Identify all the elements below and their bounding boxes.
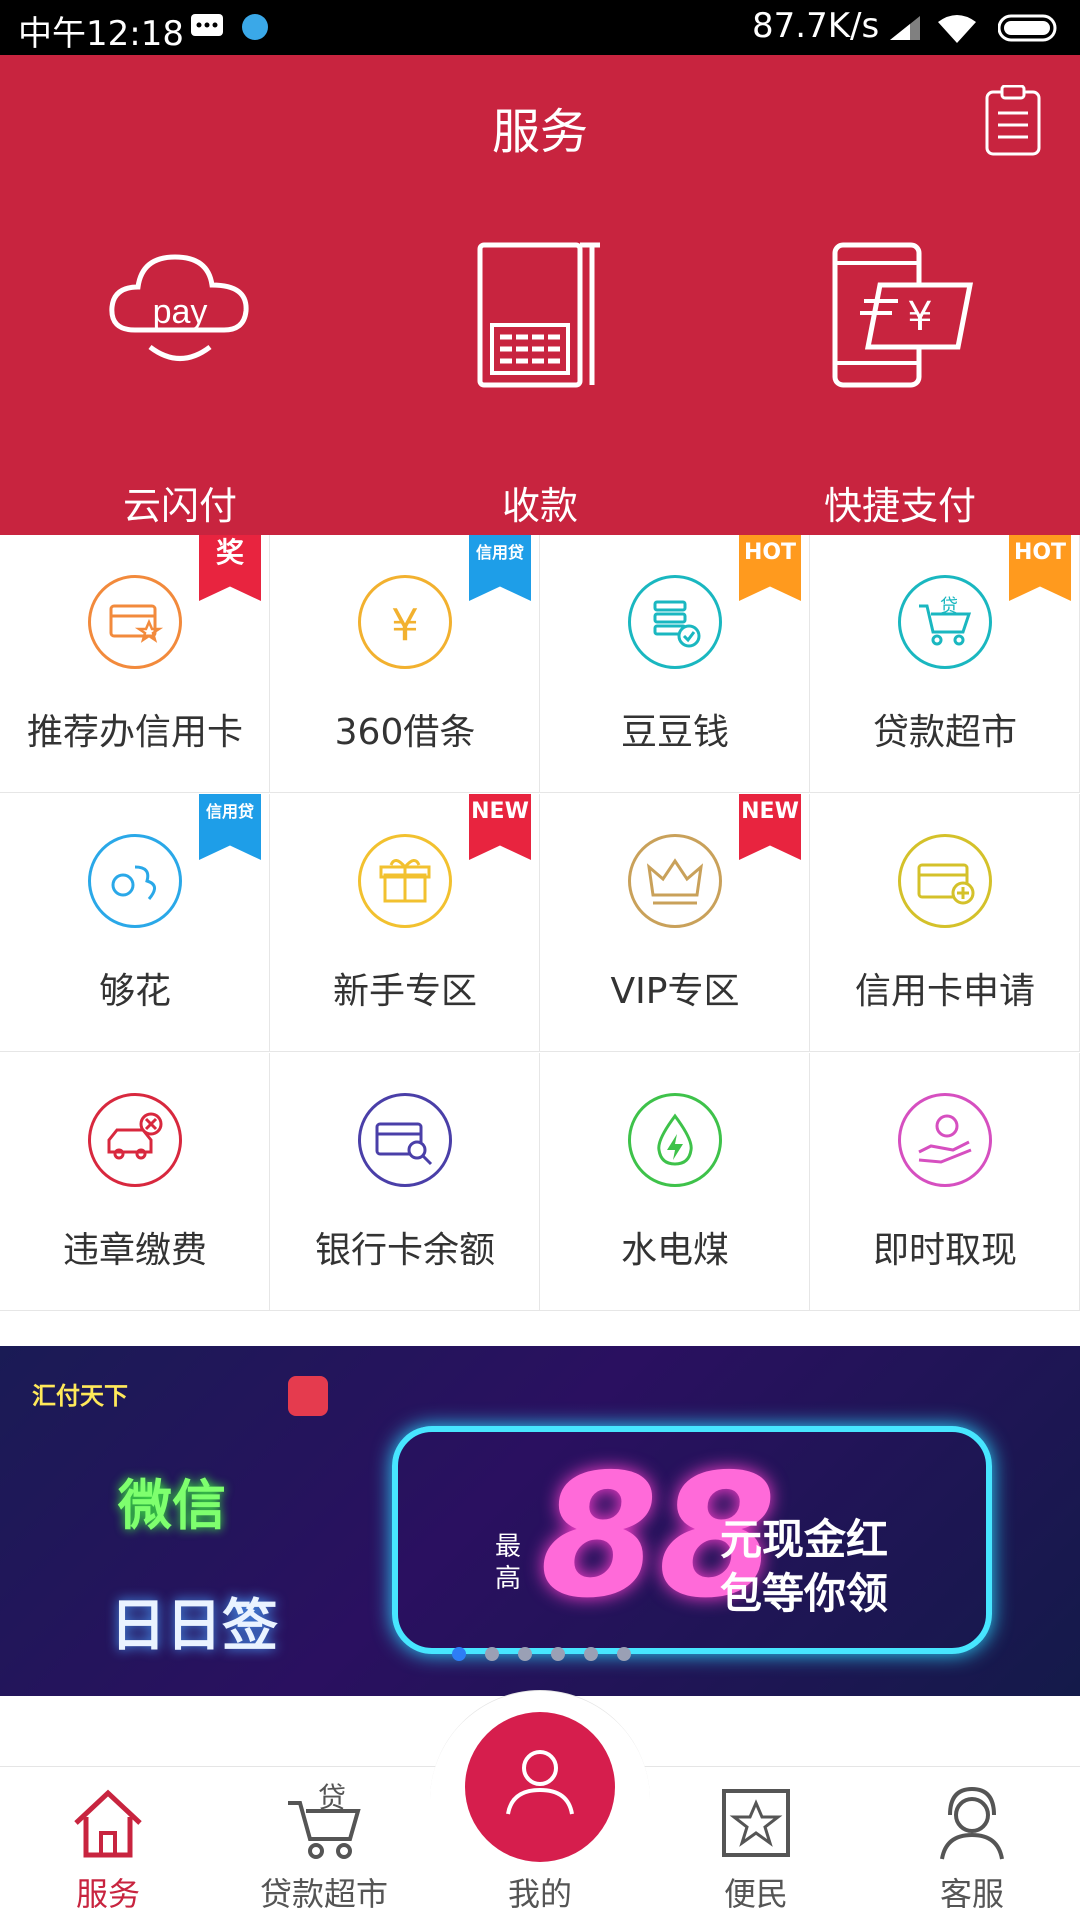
grid-item[interactable]: 违章缴费 <box>0 1053 270 1311</box>
tab-label: 我的 <box>507 1875 572 1913</box>
svg-text:¥: ¥ <box>391 600 419 651</box>
service-cloud-pay[interactable]: pay 云闪付 <box>60 235 300 535</box>
tab-loan-market[interactable]: 贷 贷款超市 <box>216 1767 432 1921</box>
app-notification-icon <box>242 14 268 40</box>
grid-item-label: 信用卡申请 <box>854 971 1035 1012</box>
car-violation-icon <box>88 1093 182 1187</box>
signal-icon <box>890 16 920 40</box>
service-label: 收款 <box>501 484 578 528</box>
grid-item[interactable]: 推荐办信用卡 奖 <box>0 535 270 793</box>
my-account-button[interactable] <box>465 1712 615 1862</box>
pagination-dot[interactable] <box>485 1647 499 1661</box>
grid-item-label: 贷款超市 <box>872 712 1017 753</box>
status-time: 中午12:18 <box>18 14 184 54</box>
loan-cart-icon: 贷 <box>288 1783 361 1859</box>
card-star-icon <box>88 575 182 669</box>
service-receive-payment[interactable]: 收款 <box>420 235 660 535</box>
banner-pagination <box>452 1646 650 1665</box>
cash-hand-icon <box>898 1093 992 1187</box>
grid-item-badge: HOT <box>739 535 801 601</box>
tab-label: 客服 <box>939 1875 1004 1913</box>
coin-stack-icon <box>628 575 722 669</box>
headset-agent-icon <box>940 1786 1004 1860</box>
svg-text:贷: 贷 <box>940 596 958 617</box>
tab-label: 便民 <box>723 1875 788 1913</box>
pagination-dot[interactable] <box>452 1647 466 1661</box>
svg-text:贷: 贷 <box>318 1783 346 1814</box>
pagination-dot[interactable] <box>518 1647 532 1661</box>
user-icon <box>506 1750 574 1815</box>
pos-terminal-icon <box>477 242 600 388</box>
pagination-dot[interactable] <box>617 1647 631 1661</box>
grid-item-label: 360借条 <box>334 712 476 753</box>
grid-item-label: VIP专区 <box>610 971 740 1012</box>
grid-item[interactable]: 银行卡余额 <box>270 1053 540 1311</box>
card-add-icon <box>898 834 992 928</box>
message-icon <box>191 14 223 36</box>
pay-cloud-icon: pay <box>109 254 249 361</box>
grid-item-badge: 信用贷 <box>199 794 261 860</box>
network-speed: 87.7K/s <box>752 6 880 46</box>
grid-item[interactable]: 信用卡申请 <box>810 794 1080 1052</box>
promo-banner[interactable]: 汇付天下 微信 日日签 最高 88 元现金红 包等你领 <box>0 1346 1080 1696</box>
grid-item-label: 即时取现 <box>872 1230 1017 1271</box>
svg-text:¥: ¥ <box>907 294 932 340</box>
grid-item-label: 豆豆钱 <box>620 712 729 753</box>
grid-item-badge: 信用贷 <box>469 535 531 601</box>
records-icon[interactable] <box>984 85 1042 157</box>
service-header: 服务 pay 云闪付 收款 ¥ 快捷支付 <box>0 55 1080 535</box>
card-search-icon <box>358 1093 452 1187</box>
grid-item-label: 违章缴费 <box>62 1230 207 1271</box>
grid-item-badge: 奖 <box>199 535 261 601</box>
grid-item-label: 银行卡余额 <box>314 1230 495 1271</box>
grid-item-label: 够花 <box>98 971 171 1012</box>
pagination-dot[interactable] <box>551 1647 565 1661</box>
pagination-dot[interactable] <box>584 1647 598 1661</box>
crown-icon <box>628 834 722 928</box>
banner-line2: 日日签 <box>110 1594 278 1659</box>
grid-item[interactable]: 水电煤 <box>540 1053 810 1311</box>
service-label: 云闪付 <box>122 484 237 528</box>
page-title: 服务 <box>491 104 588 160</box>
star-frame-icon <box>722 1789 790 1857</box>
service-label: 快捷支付 <box>823 484 976 528</box>
service-quick-pay[interactable]: ¥ 快捷支付 <box>780 235 1020 535</box>
grid-item[interactable]: VIP专区 NEW <box>540 794 810 1052</box>
grid-item-label: 新手专区 <box>332 971 477 1012</box>
banner-brand: 汇付天下 <box>32 1382 128 1410</box>
grid-item[interactable]: 贷贷款超市 HOT <box>810 535 1080 793</box>
tab-label: 贷款超市 <box>259 1875 388 1913</box>
service-grid: 推荐办信用卡奖 ¥360借条 信用贷 豆豆钱 HOT 贷贷款超市 HOT 够花 信用贷 新手专区 N… <box>0 535 1080 1311</box>
banner-line1: 微信 <box>118 1474 226 1537</box>
grid-item-badge: HOT <box>1009 535 1071 601</box>
tab-customer-service[interactable]: 客服 <box>864 1767 1080 1921</box>
status-bar: 中午12:18 87.7K/s <box>0 0 1080 55</box>
tab-service[interactable]: 服务 <box>0 1767 216 1921</box>
loan-cart-icon: 贷 <box>898 575 992 669</box>
grid-item[interactable]: 豆豆钱 HOT <box>540 535 810 793</box>
wifi-icon <box>938 15 976 43</box>
banner-promo-line2: 包等你领 <box>720 1569 889 1618</box>
grid-item-badge: NEW <box>739 794 801 860</box>
app-logo-icon <box>288 1376 328 1416</box>
banner-prefix: 最高 <box>495 1532 522 1594</box>
grid-item-label: 推荐办信用卡 <box>26 712 243 753</box>
grid-item[interactable]: 新手专区 NEW <box>270 794 540 1052</box>
battery-icon <box>998 14 1057 42</box>
grid-item[interactable]: 够花 信用贷 <box>0 794 270 1052</box>
grid-item[interactable]: ¥360借条 信用贷 <box>270 535 540 793</box>
gouhua-icon <box>88 834 182 928</box>
yen-coin-icon: ¥ <box>358 575 452 669</box>
water-drop-icon <box>628 1093 722 1187</box>
svg-text:pay: pay <box>153 293 208 331</box>
tab-label: 服务 <box>75 1875 140 1913</box>
phone-payment-icon: ¥ <box>832 242 974 388</box>
grid-item[interactable]: 即时取现 <box>810 1053 1080 1311</box>
home-icon <box>74 1789 142 1858</box>
banner-promo-line1: 元现金红 <box>720 1515 889 1564</box>
tab-convenience[interactable]: 便民 <box>648 1767 864 1921</box>
gift-icon <box>358 834 452 928</box>
grid-item-label: 水电煤 <box>620 1230 729 1271</box>
grid-item-badge: NEW <box>469 794 531 860</box>
